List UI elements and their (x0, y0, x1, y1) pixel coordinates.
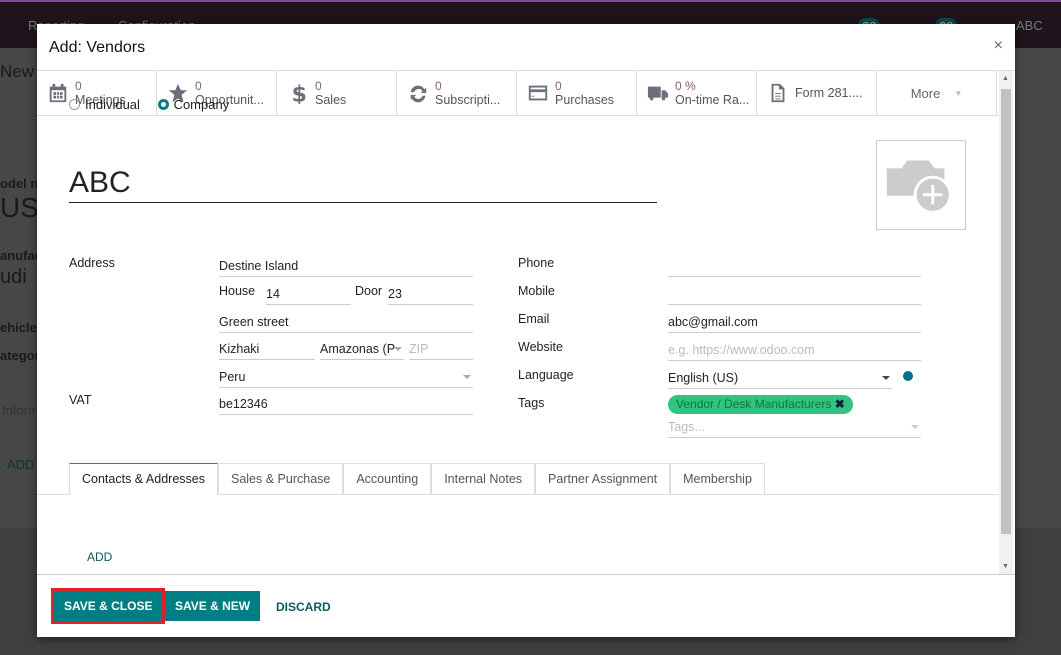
company-radio[interactable]: Company (157, 97, 230, 112)
bg-value: udi (0, 266, 27, 288)
stat-label: Sales (315, 92, 347, 107)
tags-label: Tags (518, 396, 545, 410)
dialog-footer: SAVE & CLOSE SAVE & NEW DISCARD (37, 574, 1015, 637)
refresh-icon (410, 85, 427, 103)
mobile-label: Mobile (518, 284, 555, 298)
bg-add: ADD (7, 457, 35, 472)
tags-input[interactable]: Tags... (668, 418, 921, 438)
add-contact-button[interactable]: ADD (87, 550, 112, 564)
stat-value: 0 (555, 78, 562, 93)
city-input[interactable]: Kizhaki (219, 340, 315, 360)
bg-label: odel n (0, 176, 39, 191)
radio-label: Company (173, 97, 230, 112)
stat-value: 0 (315, 78, 322, 93)
bg-tab: Inform (2, 403, 39, 418)
state-value: Amazonas (P (320, 342, 396, 356)
user-name: ABC (1016, 18, 1043, 33)
dialog-header: Add: Vendors × (37, 24, 1015, 71)
save-new-button[interactable]: SAVE & NEW (165, 591, 261, 621)
form-281-button[interactable]: Form 281.... (757, 71, 877, 115)
bg-label: anufac (0, 248, 42, 263)
more-button[interactable]: More ▼ (877, 71, 997, 115)
tab-contacts-addresses[interactable]: Contacts & Addresses (69, 463, 218, 495)
dialog-body: 0 Meetings 0 Opportunit... $0 Sales 0 Subscr… (37, 71, 999, 574)
country-value: Peru (219, 370, 246, 384)
stat-label: Subscripti... (435, 92, 501, 107)
stat-label: Form 281.... (795, 85, 863, 100)
email-label: Email (518, 312, 550, 326)
email-input[interactable]: abc@gmail.com (668, 313, 921, 333)
stat-value: 0 (75, 78, 82, 93)
stat-label: Purchases (555, 92, 615, 107)
tags-placeholder: Tags... (668, 420, 705, 434)
website-label: Website (518, 340, 563, 354)
image-upload[interactable] (876, 140, 966, 230)
vat-input[interactable]: be12346 (219, 395, 473, 415)
phone-label: Phone (518, 256, 555, 270)
phone-input[interactable] (668, 257, 921, 277)
stat-value: 0 (435, 78, 442, 93)
website-input[interactable]: e.g. https://www.odoo.com (668, 341, 921, 361)
svg-text:$: $ (292, 82, 307, 104)
notebook-tabs: Contacts & Addresses Sales & Purchase Ac… (69, 463, 765, 495)
remove-tag-icon[interactable]: ✖ (835, 397, 845, 411)
country-select[interactable]: Peru (219, 368, 473, 388)
tag-badge: Vendor / Desk Manufacturers ✖ (668, 395, 853, 414)
tab-accounting[interactable]: Accounting (343, 463, 432, 495)
bg-value: US (0, 192, 39, 223)
house-input[interactable]: 14 (266, 285, 351, 305)
language-label: Language (518, 368, 574, 382)
house-label: House (219, 284, 256, 298)
street-input[interactable]: Destine Island (219, 257, 473, 277)
subscriptions-button[interactable]: 0 Subscripti... (397, 71, 517, 115)
on-time-rate-button[interactable]: 0 % On-time Ra... (637, 71, 757, 115)
credit-card-icon (528, 85, 548, 101)
more-label: More (910, 85, 941, 101)
document-icon (771, 83, 785, 103)
name-input[interactable]: ABC (69, 166, 657, 203)
tab-partner-assignment[interactable]: Partner Assignment (535, 463, 671, 495)
calendar-icon (49, 83, 67, 103)
sales-button[interactable]: $0 Sales (277, 71, 397, 115)
dollar-icon: $ (292, 82, 307, 104)
tab-sales-purchase[interactable]: Sales & Purchase (217, 463, 344, 495)
zip-input[interactable]: ZIP (409, 340, 473, 360)
tab-membership[interactable]: Membership (670, 463, 765, 495)
stat-value: 0 % (675, 78, 696, 93)
language-value: English (US) (668, 371, 739, 385)
caret-down-icon: ▼ (954, 88, 963, 98)
tag-label: Vendor / Desk Manufacturers (676, 397, 832, 411)
add-vendors-dialog: Add: Vendors × 0 Meetings 0 Opportunit... … (37, 24, 1015, 637)
dialog-title: Add: Vendors (49, 39, 146, 56)
street2-input[interactable]: Green street (219, 313, 473, 333)
discard-button[interactable]: DISCARD (276, 600, 331, 614)
close-icon[interactable]: × (994, 37, 1003, 55)
stat-value: 0 (195, 78, 202, 93)
purchases-button[interactable]: 0 Purchases (517, 71, 637, 115)
scrollbar[interactable]: ▲ ▼ (999, 71, 1013, 574)
globe-icon[interactable] (903, 371, 913, 381)
company-type-radio: Individual Company (69, 97, 229, 112)
door-label: Door (355, 284, 383, 298)
language-select[interactable]: English (US) (668, 369, 892, 389)
door-input[interactable]: 23 (388, 285, 473, 305)
save-close-button[interactable]: SAVE & CLOSE (50, 588, 166, 624)
tab-internal-notes[interactable]: Internal Notes (431, 463, 536, 495)
stat-label: On-time Ra... (675, 92, 750, 107)
camera-plus-icon (886, 160, 952, 214)
state-select[interactable]: Amazonas (P (320, 340, 404, 360)
radio-label: Individual (85, 97, 140, 112)
address-label: Address (69, 256, 115, 270)
mobile-input[interactable] (668, 285, 921, 305)
vat-label: VAT (69, 393, 92, 407)
individual-radio[interactable]: Individual (69, 97, 140, 112)
truck-icon (647, 86, 669, 101)
bg-new: New (0, 62, 35, 81)
